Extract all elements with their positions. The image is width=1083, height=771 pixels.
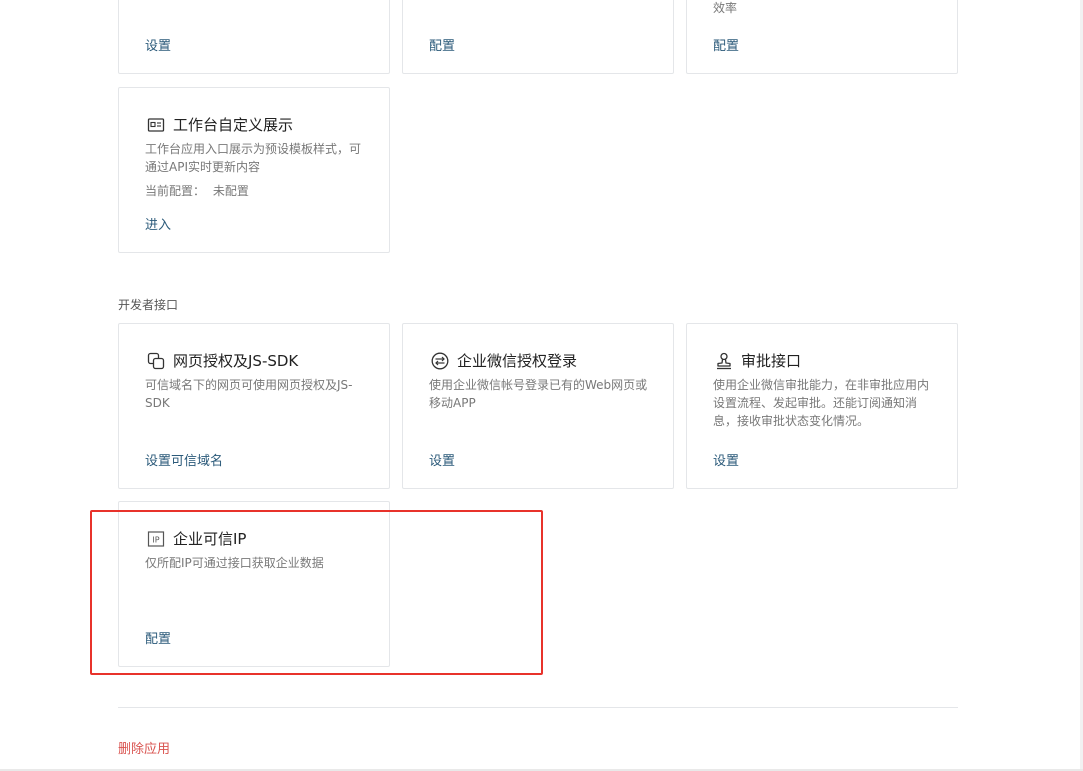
card-wecom-auth-login: 企业微信授权登录 使用企业微信帐号登录已有的Web网页或移动APP 设置 (402, 323, 674, 489)
ip-badge-icon: IP (147, 530, 165, 548)
wecom-login-settings-link[interactable]: 设置 (429, 450, 455, 469)
card-web-auth-jssdk: 网页授权及JS-SDK 可信域名下的网页可使用网页授权及JS-SDK 设置可信域… (118, 323, 390, 489)
card-approval-api: 审批接口 使用企业微信审批能力，在非审批应用内设置流程、发起审批。还能订阅通知消… (686, 323, 958, 489)
set-trusted-domain-link[interactable]: 设置可信域名 (145, 450, 223, 469)
card-web-auth-title: 网页授权及JS-SDK (173, 352, 299, 370)
card-trusted-ip: IP 企业可信IP 仅所配IP可通过接口获取企业数据 配置 (118, 501, 390, 667)
trusted-ip-config-link[interactable]: 配置 (145, 628, 171, 647)
card-wecom-login-title-row: 企业微信授权登录 (431, 350, 577, 371)
card-top-3-desc: 效率 (713, 1, 738, 15)
config-value: 未配置 (212, 184, 249, 198)
card-top-3: 效率 配置 (686, 0, 958, 74)
copy-pages-icon (147, 352, 165, 370)
card-trusted-ip-title: 企业可信IP (173, 530, 247, 548)
card-top-2-action[interactable]: 配置 (429, 35, 455, 54)
card-wecom-login-title: 企业微信授权登录 (457, 352, 578, 370)
svg-text:IP: IP (152, 535, 159, 544)
card-workbench-display: 工作台自定义展示 工作台应用入口展示为预设模板样式，可通过API实时更新内容 当… (118, 87, 390, 253)
delete-app-link[interactable]: 删除应用 (118, 738, 170, 757)
section-label-developer-api: 开发者接口 (118, 298, 179, 312)
card-approval-title: 审批接口 (741, 352, 802, 370)
card-web-auth-title-row: 网页授权及JS-SDK (147, 350, 298, 371)
card-approval-title-row: 审批接口 (715, 350, 801, 371)
card-top-3-action[interactable]: 配置 (713, 35, 739, 54)
card-trusted-ip-title-row: IP 企业可信IP (147, 528, 246, 549)
card-approval-desc: 使用企业微信审批能力，在非审批应用内设置流程、发起审批。还能订阅通知消息，接收审… (713, 378, 930, 428)
card-workbench-title: 工作台自定义展示 (173, 116, 294, 134)
card-workbench-desc: 工作台应用入口展示为预设模板样式，可通过API实时更新内容 (145, 142, 362, 174)
card-wecom-login-desc: 使用企业微信帐号登录已有的Web网页或移动APP (429, 378, 648, 410)
exchange-arrows-icon (431, 352, 449, 370)
card-workbench-enter[interactable]: 进入 (145, 214, 171, 233)
approval-settings-link[interactable]: 设置 (713, 450, 739, 469)
card-top-1: 设置 (118, 0, 390, 74)
card-trusted-ip-desc: 仅所配IP可通过接口获取企业数据 (145, 556, 324, 570)
card-workbench-config: 当前配置： 未配置 (145, 182, 249, 199)
card-top-2: 配置 (402, 0, 674, 74)
card-web-auth-desc: 可信域名下的网页可使用网页授权及JS-SDK (145, 378, 353, 410)
config-label: 当前配置： (145, 184, 206, 198)
stamp-icon (715, 352, 733, 370)
card-workbench-title-row: 工作台自定义展示 (147, 114, 293, 135)
display-card-icon (147, 116, 165, 134)
card-top-1-action[interactable]: 设置 (145, 35, 171, 54)
footer-divider (118, 707, 958, 708)
